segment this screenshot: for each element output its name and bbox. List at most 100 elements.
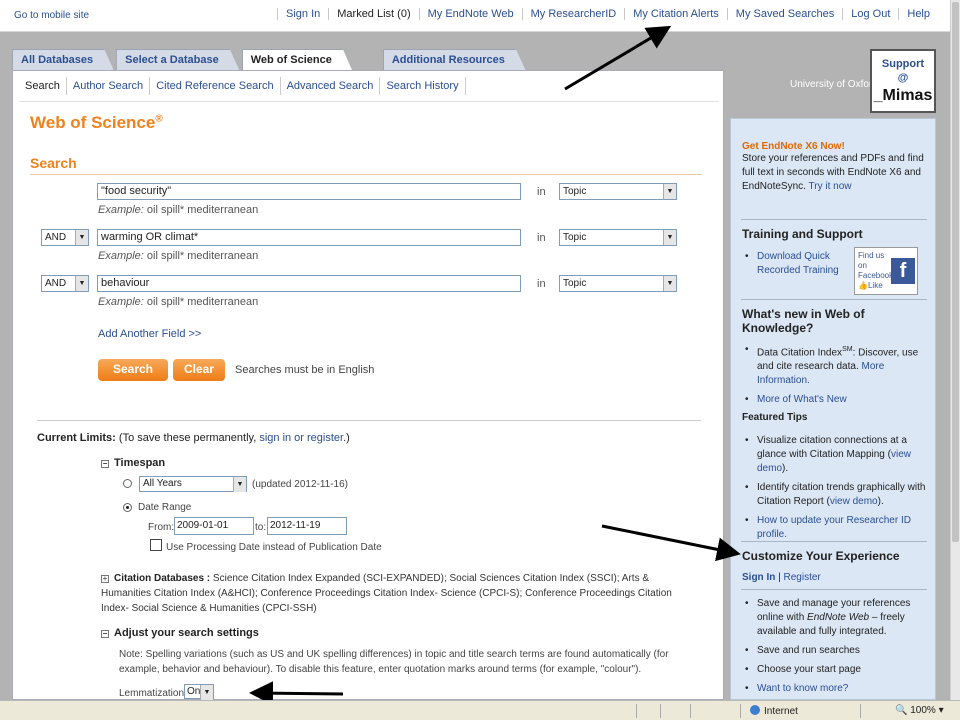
in-label: in xyxy=(537,278,546,290)
timespan-label: Timespan xyxy=(114,457,166,469)
current-limits-label: Current Limits: xyxy=(37,432,116,444)
subnav-cited-reference-search[interactable]: Cited Reference Search xyxy=(150,77,281,95)
example-label: Example: xyxy=(98,250,144,262)
example-text: oil spill* mediterranean xyxy=(146,296,259,308)
field-select-3[interactable]: Topic ▼ xyxy=(559,275,677,292)
collapse-icon[interactable]: − xyxy=(101,460,109,468)
tab-all-databases[interactable]: All Databases xyxy=(12,49,114,71)
sign-in-link[interactable]: Sign In xyxy=(277,8,328,20)
customize-list: Save and manage your references online w… xyxy=(742,597,926,696)
thumbs-up-icon: 👍 xyxy=(858,281,868,290)
in-label: in xyxy=(537,186,546,198)
mobile-site-link[interactable]: Go to mobile site xyxy=(14,10,89,21)
sign-in-register-link[interactable]: sign in or register xyxy=(259,432,343,444)
help-link[interactable]: Help xyxy=(898,8,938,20)
status-divider xyxy=(636,704,637,718)
search-term-input-3[interactable]: behaviour xyxy=(97,275,521,292)
expand-icon[interactable]: + xyxy=(101,575,109,583)
subnav-author-search[interactable]: Author Search xyxy=(67,77,151,95)
all-years-radio[interactable] xyxy=(123,479,132,488)
subnav-divider xyxy=(19,101,719,102)
customize-list-section: Save and manage your references online w… xyxy=(742,597,926,701)
vertical-scrollbar[interactable] xyxy=(950,0,960,700)
sidebar-divider xyxy=(741,299,927,300)
mimas-logo-text: _Mimas xyxy=(873,87,933,104)
chevron-down-icon[interactable]: ▼ xyxy=(75,230,88,245)
from-date-input[interactable]: 2009-01-01 xyxy=(174,517,254,535)
chevron-down-icon[interactable]: ▼ xyxy=(663,276,676,291)
sidebar-sign-in-link[interactable]: Sign In xyxy=(742,572,775,583)
chevron-down-icon[interactable]: ▼ xyxy=(75,276,88,291)
status-divider xyxy=(690,704,691,718)
zoom-control[interactable]: 🔍 100% ▾ xyxy=(895,705,944,716)
researcher-id-link[interactable]: How to update your Researcher ID profile… xyxy=(757,515,911,540)
tips-list: Visualize citation connections at a glan… xyxy=(742,434,926,542)
field-select-value: Topic xyxy=(563,278,587,289)
limits-note-pre: (To save these permanently, xyxy=(118,432,260,444)
subnav-advanced-search[interactable]: Advanced Search xyxy=(281,77,381,95)
marked-list-link[interactable]: Marked List (0) xyxy=(328,8,418,20)
chevron-down-icon[interactable]: ▼ xyxy=(200,685,213,700)
sidebar-divider xyxy=(741,219,927,220)
citation-databases-label: Citation Databases : xyxy=(114,573,211,584)
support-mimas-logo[interactable]: Support @ _Mimas xyxy=(870,49,936,113)
search-button[interactable]: Search xyxy=(98,359,168,381)
facebook-box[interactable]: Find us on Facebook 👍Like f xyxy=(854,247,918,295)
chevron-down-icon[interactable]: ▼ xyxy=(663,184,676,199)
chevron-down-icon[interactable]: ▼ xyxy=(233,477,246,492)
processing-date-checkbox[interactable] xyxy=(150,539,162,551)
search-term-input-1[interactable]: "food security" xyxy=(97,183,521,200)
tip1-text: Visualize citation connections at a glan… xyxy=(757,435,907,461)
view-demo-link-2[interactable]: view demo xyxy=(830,496,878,507)
collapse-icon[interactable]: − xyxy=(101,630,109,638)
zone-indicator: Internet xyxy=(750,705,798,717)
field-select-1[interactable]: Topic ▼ xyxy=(559,183,677,200)
boolean-operator-select-2[interactable]: AND ▼ xyxy=(41,229,89,246)
list-item: Want to know more? xyxy=(742,682,926,696)
endnote-text: Store your references and PDFs and find … xyxy=(742,152,926,194)
status-divider xyxy=(660,704,661,718)
my-endnote-web-link[interactable]: My EndNote Web xyxy=(418,8,522,20)
search-example-3: Example: oil spill* mediterranean xyxy=(98,296,258,308)
chevron-down-icon[interactable]: ▼ xyxy=(663,230,676,245)
want-to-know-more-link[interactable]: Want to know more? xyxy=(757,683,848,694)
subnav-search-history[interactable]: Search History xyxy=(380,77,466,95)
my-saved-searches-link[interactable]: My Saved Searches xyxy=(726,8,842,20)
tab-select-database[interactable]: Select a Database xyxy=(116,49,240,71)
customize-section: Customize Your Experience Sign In | Regi… xyxy=(742,549,926,585)
status-divider xyxy=(860,704,861,718)
all-years-select[interactable]: All Years ▼ xyxy=(139,476,247,492)
field-select-2[interactable]: Topic ▼ xyxy=(559,229,677,246)
lemmatization-select[interactable]: On ▼ xyxy=(184,684,214,700)
try-it-now-link[interactable]: Try it now xyxy=(809,181,852,192)
search-term-input-2[interactable]: warming OR climat* xyxy=(97,229,521,246)
my-researcherid-link[interactable]: My ResearcherID xyxy=(521,8,625,20)
spelling-note: Note: Spelling variations (such as US an… xyxy=(119,649,669,675)
scrollbar-thumb[interactable] xyxy=(952,2,959,542)
boolean-operator-select-3[interactable]: AND ▼ xyxy=(41,275,89,292)
search-example-2: Example: oil spill* mediterranean xyxy=(98,250,258,262)
whats-new-list: Data Citation IndexSM: Discover, use and… xyxy=(742,343,926,407)
to-label: to: xyxy=(255,522,267,533)
add-another-field-link[interactable]: Add Another Field >> xyxy=(98,328,201,340)
field-select-value: Topic xyxy=(563,186,587,197)
my-citation-alerts-link[interactable]: My Citation Alerts xyxy=(624,8,727,20)
tab-web-of-science[interactable]: Web of Science xyxy=(242,49,353,72)
limits-divider xyxy=(37,420,701,421)
main-search-panel: Search Author Search Cited Reference Sea… xyxy=(12,70,724,700)
tab-additional-resources[interactable]: Additional Resources xyxy=(383,49,526,71)
list-item: Save and manage your references online w… xyxy=(742,597,926,639)
to-date-input[interactable]: 2012-11-19 xyxy=(267,517,347,535)
example-text: oil spill* mediterranean xyxy=(146,204,259,216)
more-whats-new-link[interactable]: More of What's New xyxy=(757,394,847,405)
log-out-link[interactable]: Log Out xyxy=(842,8,898,20)
clear-button[interactable]: Clear xyxy=(173,359,225,381)
service-mark: SM xyxy=(842,346,853,353)
sidebar-register-link[interactable]: Register xyxy=(784,572,821,583)
subnav-search[interactable]: Search xyxy=(19,77,67,95)
timespan-heading: − Timespan xyxy=(101,457,165,469)
list-item: Download Quick Recorded Training xyxy=(742,250,846,278)
date-range-radio[interactable] xyxy=(123,503,132,512)
updated-note: (updated 2012-11-16) xyxy=(252,479,348,490)
download-training-link[interactable]: Download Quick Recorded Training xyxy=(757,251,839,276)
